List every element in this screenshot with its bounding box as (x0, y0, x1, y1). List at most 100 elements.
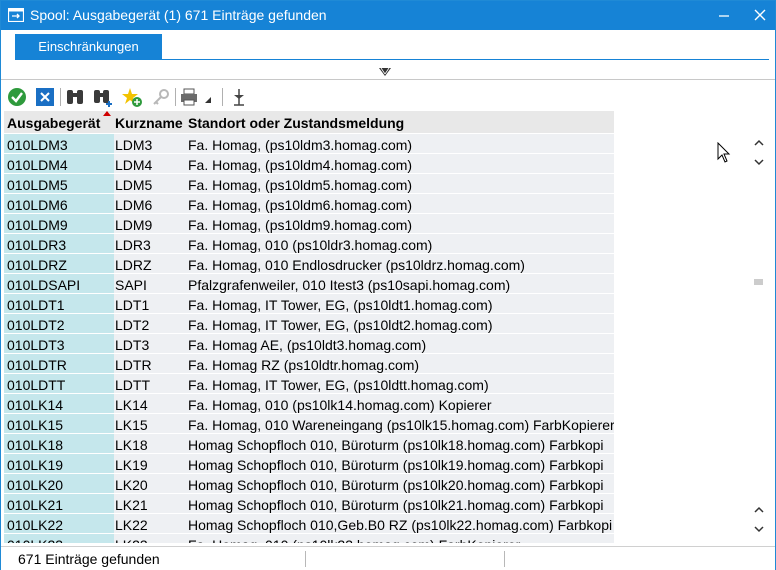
cell-standort[interactable]: Homag Schopfloch 010, Büroturm (ps10lk20… (187, 474, 614, 493)
table-row[interactable]: 010LK23LK23Fa. Homag, 010 (ps10lk23.homa… (4, 534, 747, 543)
check-icon[interactable] (6, 86, 28, 108)
pin-icon[interactable] (228, 86, 250, 108)
cell-ausgabegeraet[interactable]: 010LDTT (4, 374, 114, 393)
scroll-thumb[interactable] (754, 279, 763, 285)
table-row[interactable]: 010LK18 LK18 Homag Schopfloch 010, Bürotur… (4, 434, 747, 454)
cell-ausgabegeraet[interactable]: 010LDT3 (4, 334, 114, 353)
cell-standort[interactable]: Fa. Homag, 010 (ps10lk23.homag.com) Farb… (187, 534, 614, 543)
cell-kurzname[interactable]: LDT3 (114, 334, 187, 353)
cell-standort[interactable]: Fa. Homag, IT Tower, EG, (ps10ldtt.homag… (187, 374, 614, 393)
cell-kurzname[interactable]: LK19 (114, 454, 187, 473)
tab-einschraenkungen[interactable]: Einschränkungen (15, 34, 162, 59)
cell-standort[interactable]: Pfalzgrafenweiler, 010 Itest3 (ps10sapi.… (187, 274, 614, 293)
column-header-kurzname[interactable]: Kurzname (114, 111, 187, 133)
key-icon[interactable] (150, 86, 172, 108)
table-row[interactable]: 010LDM4 LDM4 Fa. Homag, (ps10ldm4.homag.co… (4, 154, 747, 174)
cell-kurzname[interactable]: LK21 (114, 494, 187, 513)
table-row[interactable]: 010LDTT LDTT Fa. Homag, IT Tower, EG, (ps1… (4, 374, 747, 394)
cell-kurzname[interactable]: LDTT (114, 374, 187, 393)
cell-ausgabegeraet[interactable]: 010LK22 (4, 514, 114, 533)
vertical-scrollbar[interactable] (749, 134, 769, 543)
cell-standort[interactable]: Fa. Homag, 010 (ps10ldr3.homag.com) (187, 234, 614, 253)
binoculars-icon[interactable] (64, 86, 86, 108)
scroll-up-icon[interactable] (749, 134, 769, 152)
cell-standort[interactable]: Fa. Homag, IT Tower, EG, (ps10ldt1.homag… (187, 294, 614, 313)
cell-ausgabegeraet[interactable]: 010LDM3 (4, 134, 114, 153)
cell-kurzname[interactable]: LK18 (114, 434, 187, 453)
table-row[interactable]: 010LK15 LK15 Fa. Homag, 010 Wareneingang (… (4, 414, 747, 434)
cell-ausgabegeraet[interactable]: 010LK23 (4, 534, 114, 543)
scroll-up-icon[interactable] (749, 501, 769, 519)
cell-ausgabegeraet[interactable]: 010LDTR (4, 354, 114, 373)
printer-icon[interactable] (179, 86, 213, 108)
cell-kurzname[interactable]: LK23 (114, 534, 187, 543)
table-row[interactable]: 010LDM6 LDM6 Fa. Homag, (ps10ldm6.homag.co… (4, 194, 747, 214)
binoculars-plus-icon[interactable] (92, 86, 114, 108)
cell-standort[interactable]: Homag Schopfloch 010, Büroturm (ps10lk21… (187, 494, 614, 513)
cell-standort[interactable]: Fa. Homag AE, (ps10ldt3.homag.com) (187, 334, 614, 353)
cell-standort[interactable]: Fa. Homag, (ps10ldm3.homag.com) (187, 134, 614, 153)
collapse-arrow-icon[interactable] (378, 67, 392, 77)
cell-ausgabegeraet[interactable]: 010LDM9 (4, 214, 114, 233)
cell-standort[interactable]: Homag Schopfloch 010, Büroturm (ps10lk18… (187, 434, 614, 453)
table-row[interactable]: 010LDSAPI SAPI Pfalzgrafenweiler, 010 Ites… (4, 274, 747, 294)
cell-kurzname[interactable]: LDM3 (114, 134, 187, 153)
cell-kurzname[interactable]: LK20 (114, 474, 187, 493)
cell-kurzname[interactable]: LDM6 (114, 194, 187, 213)
cell-ausgabegeraet[interactable]: 010LK18 (4, 434, 114, 453)
column-header-standort[interactable]: Standort oder Zustandsmeldung (187, 111, 614, 133)
cell-kurzname[interactable]: LK15 (114, 414, 187, 433)
cell-ausgabegeraet[interactable]: 010LDM5 (4, 174, 114, 193)
cell-ausgabegeraet[interactable]: 010LDR3 (4, 234, 114, 253)
star-add-icon[interactable] (121, 86, 143, 108)
cell-kurzname[interactable]: LDM4 (114, 154, 187, 173)
title-bar[interactable]: Spool: Ausgabegerät (1) 671 Einträge gef… (1, 1, 775, 30)
table-row[interactable]: 010LK19 LK19 Homag Schopfloch 010, Bürotur… (4, 454, 747, 474)
cell-ausgabegeraet[interactable]: 010LK15 (4, 414, 114, 433)
cell-ausgabegeraet[interactable]: 010LK14 (4, 394, 114, 413)
cell-kurzname[interactable]: LK14 (114, 394, 187, 413)
table-row[interactable]: 010LDT3 LDT3 Fa. Homag AE, (ps10ldt3.homag… (4, 334, 747, 354)
table-row[interactable]: 010LDRZ LDRZ Fa. Homag, 010 Endlosdrucker … (4, 254, 747, 274)
cell-standort[interactable]: Fa. Homag, (ps10ldm6.homag.com) (187, 194, 614, 213)
cell-kurzname[interactable]: SAPI (114, 274, 187, 293)
cell-standort[interactable]: Fa. Homag RZ (ps10ldtr.homag.com) (187, 354, 614, 373)
table-row[interactable]: 010LDM3 LDM3 Fa. Homag, (ps10ldm3.homag.co… (4, 134, 747, 154)
cell-kurzname[interactable]: LDM5 (114, 174, 187, 193)
cell-standort[interactable]: Fa. Homag, IT Tower, EG, (ps10ldt2.homag… (187, 314, 614, 333)
table-row[interactable]: 010LDM5 LDM5 Fa. Homag, (ps10ldm5.homag.co… (4, 174, 747, 194)
cell-standort[interactable]: Fa. Homag, 010 Wareneingang (ps10lk15.ho… (187, 414, 614, 433)
cell-ausgabegeraet[interactable]: 010LK21 (4, 494, 114, 513)
cell-ausgabegeraet[interactable]: 010LDT2 (4, 314, 114, 333)
cell-ausgabegeraet[interactable]: 010LDM4 (4, 154, 114, 173)
cell-ausgabegeraet[interactable]: 010LDRZ (4, 254, 114, 273)
table-row[interactable]: 010LDTR LDTR Fa. Homag RZ (ps10ldtr.homag.… (4, 354, 747, 374)
table-row[interactable]: 010LK20 LK20 Homag Schopfloch 010, Bürotur… (4, 474, 747, 494)
scroll-down-icon[interactable] (749, 520, 769, 538)
cell-ausgabegeraet[interactable]: 010LDSAPI (4, 274, 114, 293)
cell-kurzname[interactable]: LK22 (114, 514, 187, 533)
cell-standort[interactable]: Fa. Homag, (ps10ldm5.homag.com) (187, 174, 614, 193)
cell-kurzname[interactable]: LDR3 (114, 234, 187, 253)
cell-standort[interactable]: Fa. Homag, (ps10ldm4.homag.com) (187, 154, 614, 173)
close-x-icon[interactable] (34, 86, 56, 108)
cell-standort[interactable]: Fa. Homag, (ps10ldm9.homag.com) (187, 214, 614, 233)
cell-ausgabegeraet[interactable]: 010LDT1 (4, 294, 114, 313)
table-row[interactable]: 010LK22 LK22 Homag Schopfloch 010,Geb.B0 R… (4, 514, 747, 534)
minimize-button[interactable] (709, 1, 739, 30)
cell-standort[interactable]: Fa. Homag, 010 (ps10lk14.homag.com) Kopi… (187, 394, 614, 413)
cell-standort[interactable]: Fa. Homag, 010 Endlosdrucker (ps10ldrz.h… (187, 254, 614, 273)
cell-kurzname[interactable]: LDT2 (114, 314, 187, 333)
cell-kurzname[interactable]: LDM9 (114, 214, 187, 233)
scroll-down-icon[interactable] (749, 153, 769, 171)
cell-kurzname[interactable]: LDTR (114, 354, 187, 373)
table-row[interactable]: 010LDT1 LDT1 Fa. Homag, IT Tower, EG, (ps1… (4, 294, 747, 314)
table-row[interactable]: 010LDR3 LDR3 Fa. Homag, 010 (ps10ldr3.homa… (4, 234, 747, 254)
table-row[interactable]: 010LDT2 LDT2 Fa. Homag, IT Tower, EG, (ps1… (4, 314, 747, 334)
cell-standort[interactable]: Homag Schopfloch 010, Büroturm (ps10lk19… (187, 454, 614, 473)
cell-kurzname[interactable]: LDT1 (114, 294, 187, 313)
cell-standort[interactable]: Homag Schopfloch 010,Geb.B0 RZ (ps10lk22… (187, 514, 614, 533)
table-row[interactable]: 010LK21 LK21 Homag Schopfloch 010, Bürotur… (4, 494, 747, 514)
cell-kurzname[interactable]: LDRZ (114, 254, 187, 273)
table-row[interactable]: 010LK14 LK14 Fa. Homag, 010 (ps10lk14.homa… (4, 394, 747, 414)
